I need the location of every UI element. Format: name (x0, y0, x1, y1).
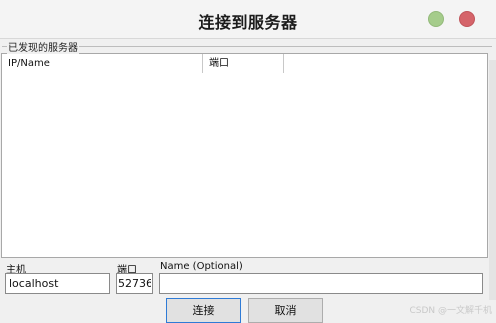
discovered-servers-list[interactable]: IP/Name 端口 (1, 53, 488, 258)
close-button[interactable] (459, 11, 475, 27)
name-input[interactable] (159, 273, 483, 294)
window-edge (489, 60, 496, 300)
connect-button[interactable]: 连接 (166, 298, 241, 323)
column-header-port[interactable]: 端口 (203, 54, 284, 73)
window-title: 连接到服务器 (198, 13, 298, 32)
host-input[interactable] (5, 273, 110, 294)
cancel-button[interactable]: 取消 (248, 298, 323, 323)
column-header-ip-name[interactable]: IP/Name (2, 54, 203, 73)
title-bar[interactable]: 连接到服务器 (0, 0, 496, 39)
minimize-button[interactable] (428, 11, 444, 27)
connect-dialog: 连接到服务器 已发现的服务器 IP/Name 端口 主机 端口 Name (Op… (0, 0, 496, 323)
discovered-servers-label: 已发现的服务器 (7, 39, 79, 54)
list-header: IP/Name 端口 (2, 54, 284, 73)
watermark-text: CSDN @一文解千机 (409, 306, 492, 316)
name-label: Name (Optional) (160, 261, 243, 272)
port-input[interactable] (116, 273, 153, 294)
